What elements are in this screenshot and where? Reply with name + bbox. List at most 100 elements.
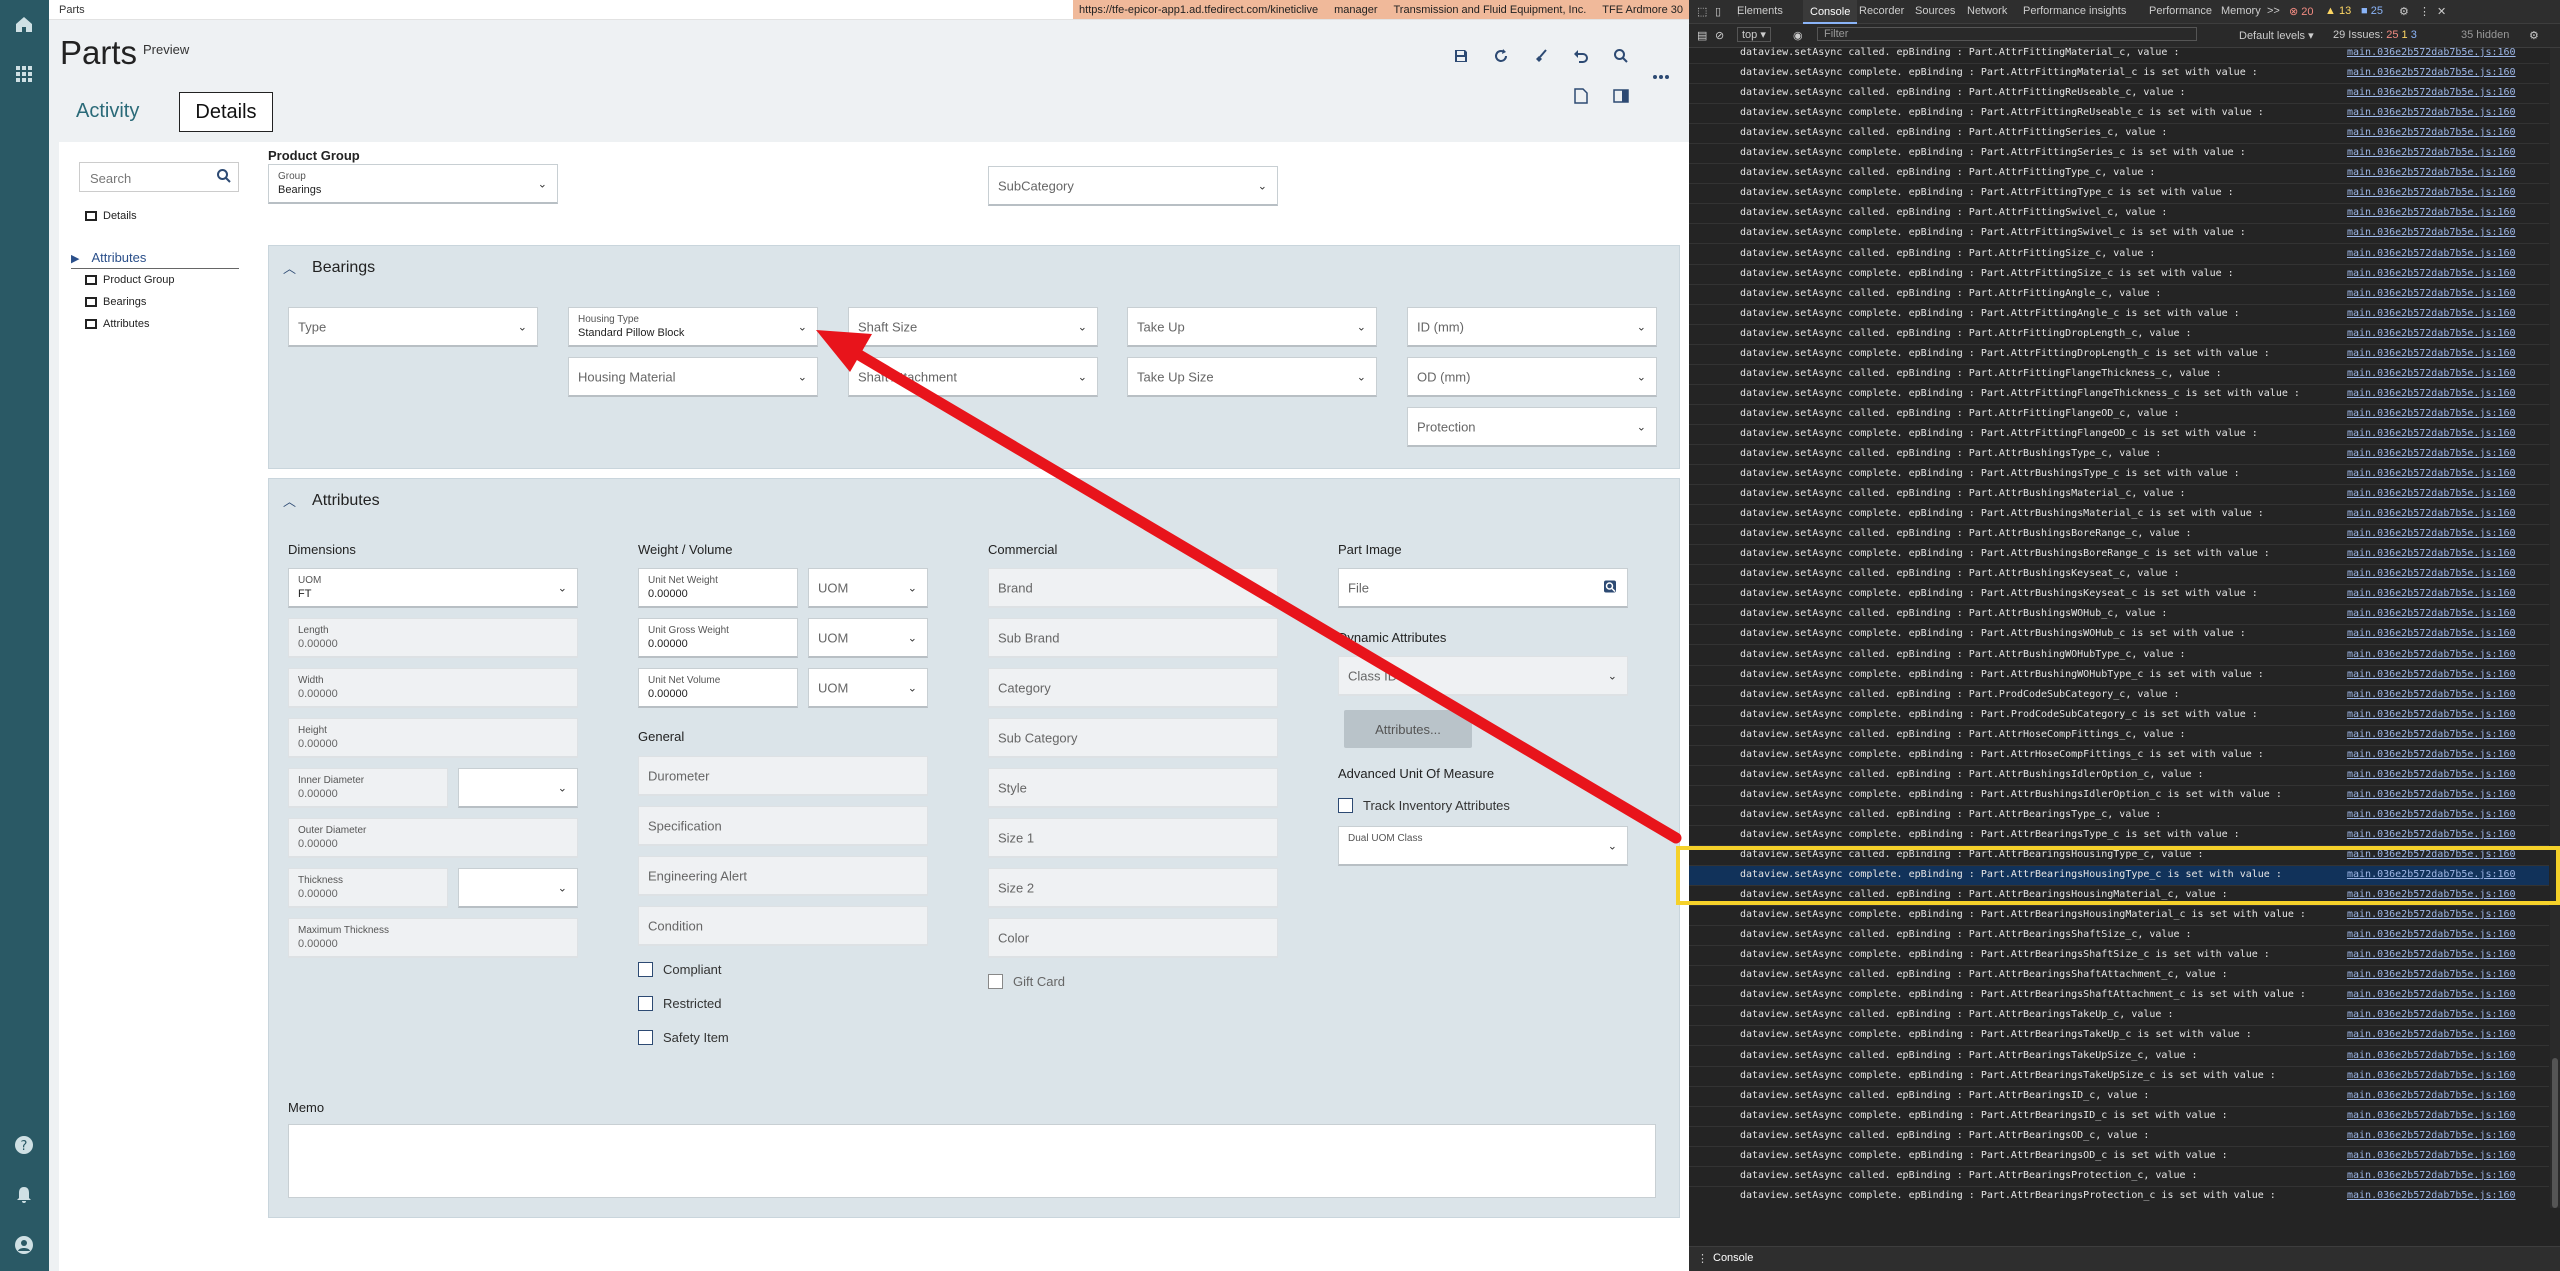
console-source-link[interactable]: main.036e2b572dab7b5e.js:160 [2347, 1170, 2516, 1181]
console-source-link[interactable]: main.036e2b572dab7b5e.js:160 [2347, 167, 2516, 178]
console-message-row[interactable]: dataview.setAsync called. epBinding : Pa… [1689, 124, 2549, 145]
console-message-row[interactable]: dataview.setAsync complete. epBinding : … [1689, 706, 2549, 726]
console-message-row[interactable]: dataview.setAsync called. epBinding : Pa… [1689, 245, 2549, 265]
console-source-link[interactable]: main.036e2b572dab7b5e.js:160 [2347, 889, 2516, 900]
console-message-row[interactable]: dataview.setAsync complete. epBinding : … [1689, 986, 2549, 1007]
console-message-row[interactable]: dataview.setAsync called. epBinding : Pa… [1689, 485, 2549, 506]
group-select[interactable]: Group Bearings ⌄ [268, 164, 558, 204]
console-source-link[interactable]: main.036e2b572dab7b5e.js:160 [2347, 388, 2516, 399]
console-source-link[interactable]: main.036e2b572dab7b5e.js:160 [2347, 729, 2516, 740]
kebab-menu-icon[interactable]: ⋮ [2419, 5, 2430, 18]
search-input[interactable]: Search [79, 162, 239, 192]
console-message-row[interactable]: dataview.setAsync complete. epBinding : … [1689, 826, 2549, 846]
length-field[interactable]: Length 0.00000 [288, 618, 578, 658]
checkbox-box[interactable] [638, 1030, 653, 1045]
console-message-row[interactable]: dataview.setAsync complete. epBinding : … [1689, 505, 2549, 526]
track-inventory-checkbox[interactable]: Track Inventory Attributes [1338, 798, 1510, 813]
inner-diameter-field[interactable]: Inner Diameter 0.00000 [288, 768, 448, 808]
console-message-row[interactable]: dataview.setAsync complete. epBinding : … [1689, 345, 2549, 365]
console-message-row[interactable]: dataview.setAsync called. epBinding : Pa… [1689, 806, 2549, 826]
tab-elements[interactable]: Elements [1737, 5, 1783, 17]
nav-details[interactable]: Details [85, 210, 137, 222]
console-source-link[interactable]: main.036e2b572dab7b5e.js:160 [2347, 67, 2516, 78]
tab-performance[interactable]: Performance [2149, 5, 2212, 17]
save-icon[interactable] [1449, 44, 1473, 68]
console-message-row[interactable]: dataview.setAsync complete. epBinding : … [1689, 104, 2549, 125]
device-toolbar-icon[interactable]: ▯ [1715, 5, 1721, 18]
restricted-checkbox[interactable]: Restricted [638, 996, 722, 1011]
warning-count-badge[interactable]: ▲ 13 [2325, 5, 2351, 17]
console-source-link[interactable]: main.036e2b572dab7b5e.js:160 [2347, 227, 2516, 238]
console-source-link[interactable]: main.036e2b572dab7b5e.js:160 [2347, 809, 2516, 820]
net-weight-field[interactable]: Unit Net Weight 0.00000 [638, 568, 798, 608]
console-source-link[interactable]: main.036e2b572dab7b5e.js:160 [2347, 949, 2516, 960]
class-id-select[interactable]: Class ID ⌄ [1338, 656, 1628, 696]
search-icon[interactable] [1609, 44, 1633, 68]
console-source-link[interactable]: main.036e2b572dab7b5e.js:160 [2347, 1029, 2516, 1040]
category-field[interactable]: Category [988, 668, 1278, 708]
console-source-link[interactable]: main.036e2b572dab7b5e.js:160 [2347, 608, 2516, 619]
panel-toggle-icon[interactable] [1609, 84, 1633, 108]
console-source-link[interactable]: main.036e2b572dab7b5e.js:160 [2347, 348, 2516, 359]
file-input[interactable]: File [1338, 568, 1628, 608]
durometer-field[interactable]: Durometer [638, 756, 928, 796]
console-source-link[interactable]: main.036e2b572dab7b5e.js:160 [2347, 187, 2516, 198]
console-source-link[interactable]: main.036e2b572dab7b5e.js:160 [2347, 588, 2516, 599]
console-message-row[interactable]: dataview.setAsync complete. epBinding : … [1689, 585, 2549, 606]
tab-sources[interactable]: Sources [1915, 5, 1955, 17]
console-source-link[interactable]: main.036e2b572dab7b5e.js:160 [2347, 127, 2516, 138]
thickness-uom-select[interactable]: ⌄ [458, 868, 578, 908]
console-message-row[interactable]: dataview.setAsync complete. epBinding : … [1689, 465, 2549, 486]
search-icon[interactable] [216, 168, 232, 187]
checkbox-box[interactable] [1338, 798, 1353, 813]
refresh-icon[interactable] [1489, 44, 1513, 68]
console-source-link[interactable]: main.036e2b572dab7b5e.js:160 [2347, 628, 2516, 639]
console-source-link[interactable]: main.036e2b572dab7b5e.js:160 [2347, 829, 2516, 840]
protection-select[interactable]: Protection ⌄ [1407, 407, 1657, 447]
breadcrumb[interactable]: Parts [59, 4, 85, 16]
apps-grid-icon[interactable] [12, 62, 36, 86]
console-source-link[interactable]: main.036e2b572dab7b5e.js:160 [2347, 528, 2516, 539]
inspect-icon[interactable]: ⬚ [1697, 5, 1707, 18]
nav-attributes[interactable]: ▶ Attributes [71, 250, 239, 269]
console-source-link[interactable]: main.036e2b572dab7b5e.js:160 [2347, 428, 2516, 439]
console-source-link[interactable]: main.036e2b572dab7b5e.js:160 [2347, 408, 2516, 419]
specification-field[interactable]: Specification [638, 806, 928, 846]
tab-network[interactable]: Network [1967, 5, 2007, 17]
tab-details[interactable]: Details [179, 92, 273, 132]
console-message-row[interactable]: dataview.setAsync called. epBinding : Pa… [1689, 1047, 2549, 1067]
console-source-link[interactable]: main.036e2b572dab7b5e.js:160 [2347, 147, 2516, 158]
console-message-row[interactable]: dataview.setAsync complete. epBinding : … [1689, 64, 2549, 85]
console-message-row[interactable]: dataview.setAsync called. epBinding : Pa… [1689, 1006, 2549, 1027]
console-message-row[interactable]: dataview.setAsync complete. epBinding : … [1689, 1107, 2549, 1127]
console-message-row[interactable]: dataview.setAsync complete. epBinding : … [1689, 305, 2549, 325]
brand-field[interactable]: Brand [988, 568, 1278, 608]
nav-bearings[interactable]: Bearings [85, 296, 146, 308]
nav-product-group[interactable]: Product Group [85, 274, 175, 286]
tab-console[interactable]: Console [1803, 0, 1858, 24]
console-source-link[interactable]: main.036e2b572dab7b5e.js:160 [2347, 929, 2516, 940]
shaft-attachment-select[interactable]: Shaft Attachment ⌄ [848, 357, 1098, 397]
console-source-link[interactable]: main.036e2b572dab7b5e.js:160 [2347, 328, 2516, 339]
max-thickness-field[interactable]: Maximum Thickness 0.00000 [288, 918, 578, 958]
console-message-row[interactable]: dataview.setAsync complete. epBinding : … [1689, 666, 2549, 686]
console-message-row[interactable]: dataview.setAsync called. epBinding : Pa… [1689, 886, 2549, 907]
shaft-size-select[interactable]: Shaft Size ⌄ [848, 307, 1098, 347]
console-message-row[interactable]: dataview.setAsync called. epBinding : Pa… [1689, 846, 2549, 866]
width-field[interactable]: Width 0.00000 [288, 668, 578, 708]
attributes-header[interactable]: ︿ Attributes [283, 491, 380, 510]
console-message-row[interactable]: dataview.setAsync complete. epBinding : … [1689, 425, 2549, 445]
console-message-row[interactable]: dataview.setAsync complete. epBinding : … [1689, 1147, 2549, 1167]
console-source-link[interactable]: main.036e2b572dab7b5e.js:160 [2347, 769, 2516, 780]
gross-weight-field[interactable]: Unit Gross Weight 0.00000 [638, 618, 798, 658]
console-source-link[interactable]: main.036e2b572dab7b5e.js:160 [2347, 669, 2516, 680]
od-mm-select[interactable]: OD (mm) ⌄ [1407, 357, 1657, 397]
console-source-link[interactable]: main.036e2b572dab7b5e.js:160 [2347, 869, 2516, 880]
attributes-button[interactable]: Attributes... [1344, 710, 1472, 748]
more-tabs[interactable]: >> [2267, 5, 2280, 17]
tab-recorder[interactable]: Recorder [1859, 5, 1904, 17]
user-profile-icon[interactable] [12, 1233, 36, 1257]
compliant-checkbox[interactable]: Compliant [638, 962, 722, 977]
housing-material-select[interactable]: Housing Material ⌄ [568, 357, 818, 397]
console-source-link[interactable]: main.036e2b572dab7b5e.js:160 [2347, 1009, 2516, 1020]
